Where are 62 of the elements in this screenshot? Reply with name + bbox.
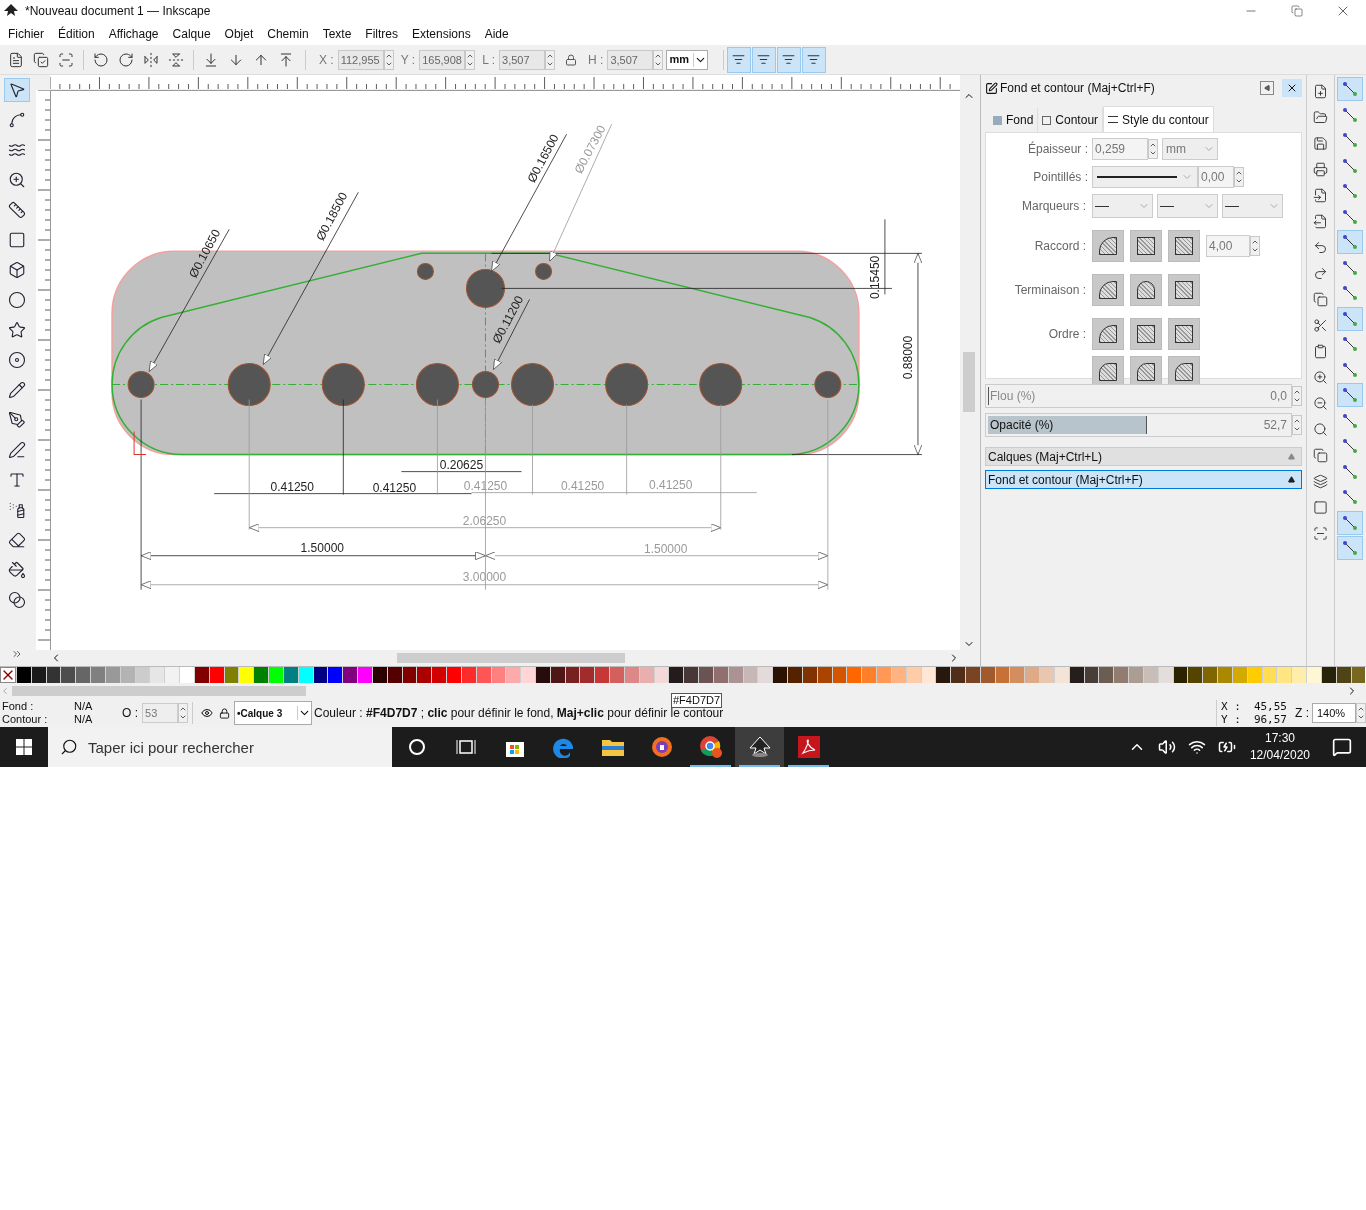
y-label: Y :	[1221, 713, 1242, 726]
x-value: 45,55	[1252, 700, 1287, 713]
dimension-label: 0.15450	[867, 255, 882, 300]
field-label: Ordre :	[1047, 326, 1086, 343]
dimension-label: 0.41250	[649, 477, 693, 492]
zoom-label: Z :	[1295, 705, 1309, 722]
zoom-field[interactable]: 140%	[1312, 703, 1356, 723]
coordinate-field[interactable]: 165,908	[419, 49, 466, 70]
coordinate-field[interactable]: 3,507	[607, 49, 654, 70]
status-message: Couleur : #F4D7D7 ; clic pour définir le fond, Maj+clic pour définir le contour	[314, 705, 724, 722]
field-label: Pointillés :	[1032, 169, 1089, 186]
panel-tab[interactable]: Style du contour	[1103, 106, 1214, 132]
dimension-label: 0.41250	[560, 478, 605, 493]
field-label: Y :	[400, 51, 416, 69]
menu-item[interactable]: Filtres	[365, 24, 398, 43]
taskbar-search-field[interactable]: Taper ici pour rechercher	[48, 727, 392, 767]
stroke-label: Contour :	[2, 713, 49, 726]
stroke-width-field[interactable]: 0,259	[1092, 138, 1148, 160]
field-label: Marqueurs :	[1020, 198, 1087, 215]
miter-limit-field[interactable]: 4,00	[1206, 235, 1250, 257]
blur-slider[interactable]: Flou (%) 0,0	[985, 384, 1292, 408]
opacity-label: O :	[122, 705, 138, 722]
menu-item[interactable]: Objet	[224, 24, 254, 43]
x-label: X :	[1221, 700, 1242, 713]
panel-title: Fond et contour (Maj+Ctrl+F)	[1000, 80, 1155, 97]
coordinate-field[interactable]: 3,507	[499, 49, 546, 70]
field-label: H :	[588, 51, 604, 69]
field-label: Raccord :	[1033, 238, 1086, 255]
menu-item[interactable]: Chemin	[267, 24, 309, 43]
field-label: X :	[319, 51, 334, 69]
dimension-label: 0.20625	[439, 457, 484, 472]
menu-item[interactable]: Texte	[322, 24, 352, 43]
menu-item[interactable]: Extensions	[412, 24, 471, 43]
coordinate-field[interactable]: 112,955	[337, 49, 384, 70]
unit-dropdown[interactable]: mm	[1162, 138, 1218, 160]
dimension-label: 0.41250	[270, 479, 314, 494]
dimension-label: 0.41250	[372, 480, 417, 495]
dimension-label: 0.88000	[900, 335, 915, 380]
stroke-value: N/A	[74, 713, 94, 726]
color-tooltip: #F4D7D7	[671, 693, 723, 708]
layer-dropdown[interactable]: •Calque 3	[234, 701, 312, 725]
menu-item[interactable]: Fichier	[8, 24, 44, 43]
fill-value: N/A	[74, 700, 94, 713]
menu-item[interactable]: Affichage	[108, 24, 159, 43]
unit-dropdown[interactable]: mm	[666, 49, 708, 70]
opacity-slider[interactable]: Opacité (%) 52,7	[985, 413, 1292, 437]
dimension-label: 1.50000	[644, 541, 688, 556]
dash-offset-field[interactable]: 0,00	[1198, 166, 1234, 188]
fill-label: Fond :	[2, 700, 35, 713]
y-value: 96,57	[1252, 713, 1287, 726]
field-label: L :	[482, 51, 496, 69]
menu-item[interactable]: Édition	[58, 24, 95, 43]
field-label: Terminaison :	[1013, 282, 1086, 299]
clock[interactable]: 17:30 12/04/2020	[1241, 730, 1318, 764]
menu-item[interactable]: Calque	[172, 24, 211, 43]
dimension-label: 1.50000	[300, 540, 344, 555]
dock-tab[interactable]: Fond et contour (Maj+Ctrl+F)	[985, 470, 1302, 489]
dock-tab[interactable]: Calques (Maj+Ctrl+L)	[985, 447, 1302, 466]
field-label: Épaisseur :	[1026, 140, 1089, 158]
window-title: *Nouveau document 1 — Inkscape	[25, 3, 211, 20]
opacity-field[interactable]: 53	[142, 703, 178, 723]
menu-item[interactable]: Aide	[484, 24, 509, 43]
